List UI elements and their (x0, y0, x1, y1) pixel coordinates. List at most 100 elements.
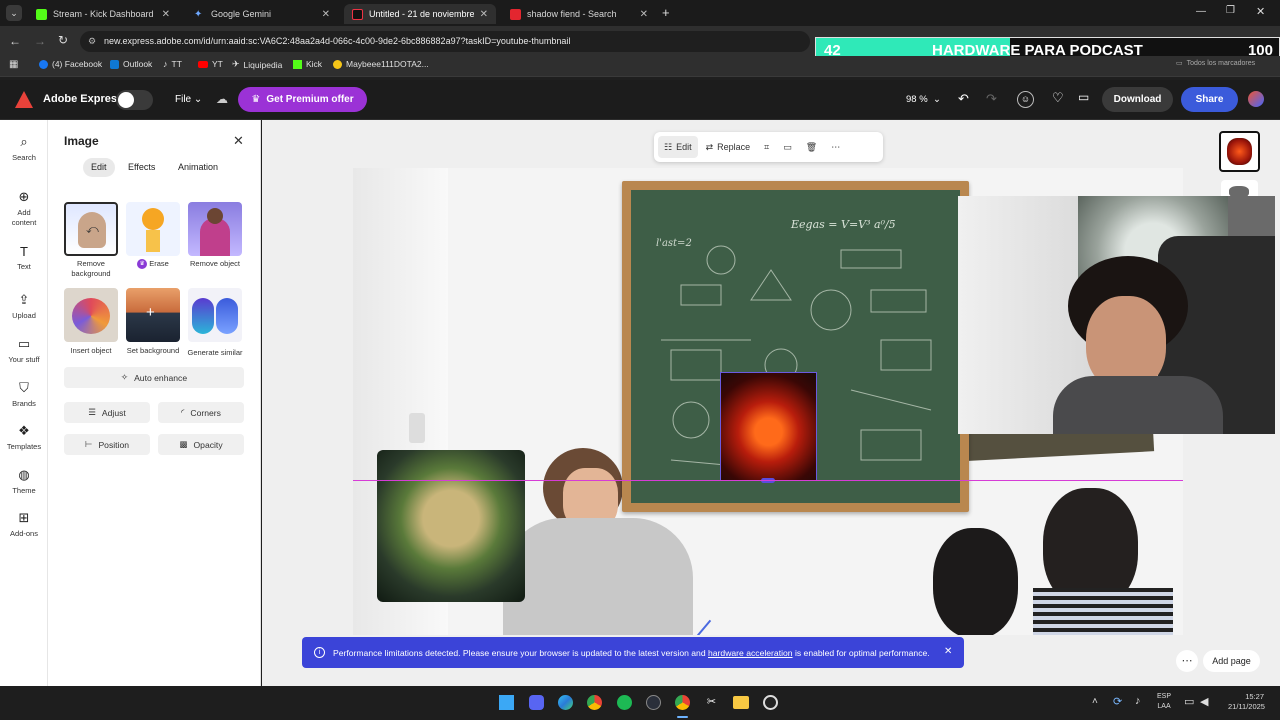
page-thumbnail-1[interactable] (1219, 131, 1260, 172)
insert-object-tile[interactable] (64, 288, 118, 342)
tray-volume-icon[interactable]: ◀ (1200, 695, 1208, 708)
close-tab-icon[interactable]: ✕ (322, 9, 330, 20)
tray-chevron-icon[interactable]: ˄ (1092, 696, 1098, 707)
tray-sync-icon[interactable]: ⟳ (1113, 695, 1122, 708)
spotify-icon[interactable] (617, 695, 632, 710)
performance-warning-toast: i Performance limitations detected. Plea… (302, 637, 964, 668)
sidebar-item-templates[interactable]: ❖ Templates (0, 423, 48, 451)
tab-bing-search[interactable]: shadow fiend - Search ✕ (502, 4, 656, 24)
bookmark-liquipedia[interactable]: ✈ Liquipedia (232, 59, 282, 70)
bookmark-dota[interactable]: Maybeee111DOTA2... (333, 59, 429, 69)
reload-icon[interactable]: ↻ (58, 33, 68, 47)
restore-icon[interactable]: ❐ (1226, 5, 1235, 16)
edge-icon[interactable] (558, 695, 573, 710)
close-tab-icon[interactable]: ✕ (640, 9, 648, 20)
bookmark-tiktok[interactable]: ♪ TT (163, 59, 182, 69)
sidebar-item-search[interactable]: ⌕ Search (0, 134, 48, 162)
bing-icon (510, 8, 521, 20)
add-page-button[interactable]: Add page (1203, 650, 1260, 672)
sidebar-item-brands[interactable]: ⛉ Brands (0, 380, 48, 408)
close-tab-icon[interactable]: ✕ (480, 9, 488, 20)
tab-effects[interactable]: Effects (128, 158, 155, 177)
crop-icon[interactable]: ⌗ (758, 136, 775, 158)
premium-offer-button[interactable]: ♛ Get Premium offer (238, 87, 367, 112)
sidebar-item-text[interactable]: T Text (0, 244, 48, 271)
more-options-icon[interactable]: ⋯ (825, 136, 846, 158)
bookmark-outlook[interactable]: Outlook (110, 59, 152, 69)
more-pages-icon[interactable]: ⋯ (1176, 650, 1198, 672)
remove-object-tile[interactable] (188, 202, 242, 256)
file-explorer-icon[interactable] (733, 696, 749, 709)
back-icon[interactable]: ← (9, 34, 21, 48)
url-bar[interactable]: ⚙ new.express.adobe.com/id/urn:aaid:sc:V… (80, 31, 810, 52)
file-menu[interactable]: File ⌄ (175, 94, 202, 105)
sidebar-item-theme[interactable]: ◍ Theme (0, 467, 48, 495)
redo-icon[interactable]: ↷ (986, 91, 997, 107)
undo-icon[interactable]: ↶ (958, 91, 969, 107)
corners-button[interactable]: ◜ Corners (158, 402, 244, 423)
language-indicator[interactable]: ESP LAA (1157, 692, 1171, 712)
steam-icon[interactable] (646, 695, 661, 710)
share-button[interactable]: Share (1181, 87, 1238, 112)
generate-similar-tile[interactable] (188, 288, 242, 342)
discord-icon[interactable] (529, 695, 544, 710)
image-context-toolbar: ☷ Edit ⇄ Replace ⌗ ▭ 🗑 ⋯ (654, 132, 883, 162)
auto-enhance-button[interactable]: ✧ Auto enhance (64, 367, 244, 388)
site-info-icon[interactable]: ⚙ (88, 31, 96, 52)
cloud-sync-icon[interactable]: ☁ (216, 92, 228, 106)
all-bookmarks-folder[interactable]: ▭ Todos los marcadores (1176, 59, 1255, 68)
notifications-icon[interactable]: ♡ (1052, 90, 1064, 106)
adjust-button[interactable]: ☰ Adjust (64, 402, 150, 423)
sidebar-item-your-stuff[interactable]: ▭ Your stuff (0, 336, 48, 364)
chrome-icon[interactable] (587, 695, 602, 710)
capcut-icon[interactable]: ✂ (704, 695, 719, 710)
comment-icon[interactable]: ▭ (777, 136, 798, 158)
opacity-button[interactable]: ▩ Opacity (158, 434, 244, 455)
hardware-acceleration-link[interactable]: hardware acceleration (708, 648, 793, 658)
close-panel-icon[interactable]: ✕ (233, 133, 244, 149)
obs-icon[interactable] (763, 695, 778, 710)
chevron-down-icon: ⌄ (932, 94, 941, 105)
close-window-icon[interactable]: ✕ (1256, 5, 1265, 18)
windows-start-icon[interactable] (499, 695, 514, 710)
chrome-active-icon[interactable] (675, 695, 690, 710)
set-background-tile[interactable]: + (126, 288, 180, 342)
remove-background-tile[interactable]: ⤺ (64, 202, 118, 256)
new-tab-icon[interactable]: + (662, 5, 670, 20)
clock[interactable]: 15:27 21/11/2025 (1228, 692, 1265, 712)
apps-grid-icon[interactable]: ▦ (9, 59, 18, 70)
comments-icon[interactable]: ▭ (1078, 90, 1089, 104)
tab-adobe-express[interactable]: Untitled - 21 de noviembre de ✕ (344, 4, 496, 24)
zoom-select[interactable]: 98 % ⌄ (906, 94, 941, 105)
bookmark-facebook[interactable]: (4) Facebook (39, 59, 102, 69)
tray-network-icon[interactable]: ▭ (1184, 695, 1194, 708)
erase-tile[interactable] (126, 202, 180, 256)
close-tab-icon[interactable]: ✕ (162, 9, 170, 20)
selected-image-frame[interactable] (720, 372, 817, 483)
avatar[interactable] (1248, 91, 1264, 107)
close-toast-icon[interactable]: ✕ (944, 646, 952, 657)
url-text: new.express.adobe.com/id/urn:aaid:sc:VA6… (104, 36, 571, 46)
page-thumbnail-2[interactable] (1221, 180, 1258, 196)
forward-icon[interactable]: → (34, 34, 46, 48)
delete-icon[interactable]: 🗑 (800, 136, 823, 158)
brand-icon: ⛉ (19, 380, 29, 395)
mode-toggle[interactable] (116, 90, 153, 110)
bookmark-youtube[interactable]: YT (198, 59, 223, 69)
bookmark-kick[interactable]: Kick (293, 59, 322, 69)
minimize-icon[interactable]: — (1196, 6, 1206, 17)
sidebar-item-add-content[interactable]: ⊕ Add content (0, 189, 48, 228)
tab-google-gemini[interactable]: ✦ Google Gemini ✕ (186, 4, 338, 24)
sidebar-item-add-ons[interactable]: ⊞ Add-ons (0, 510, 48, 538)
tab-list-menu-icon[interactable]: ⌄ (6, 5, 22, 21)
download-button[interactable]: Download (1102, 87, 1173, 112)
invite-user-icon[interactable]: ☺ (1017, 91, 1034, 108)
tab-animation[interactable]: Animation (178, 158, 218, 177)
tray-mic-icon[interactable]: ♪ (1135, 695, 1141, 707)
tab-edit[interactable]: Edit (83, 158, 115, 177)
replace-button[interactable]: ⇄ Replace (700, 136, 757, 158)
position-button[interactable]: ⊢ Position (64, 434, 150, 455)
edit-button[interactable]: ☷ Edit (658, 136, 698, 158)
sidebar-item-upload[interactable]: ⇪ Upload (0, 292, 48, 320)
tab-kick-dashboard[interactable]: Stream - Kick Dashboard ✕ (28, 4, 178, 24)
